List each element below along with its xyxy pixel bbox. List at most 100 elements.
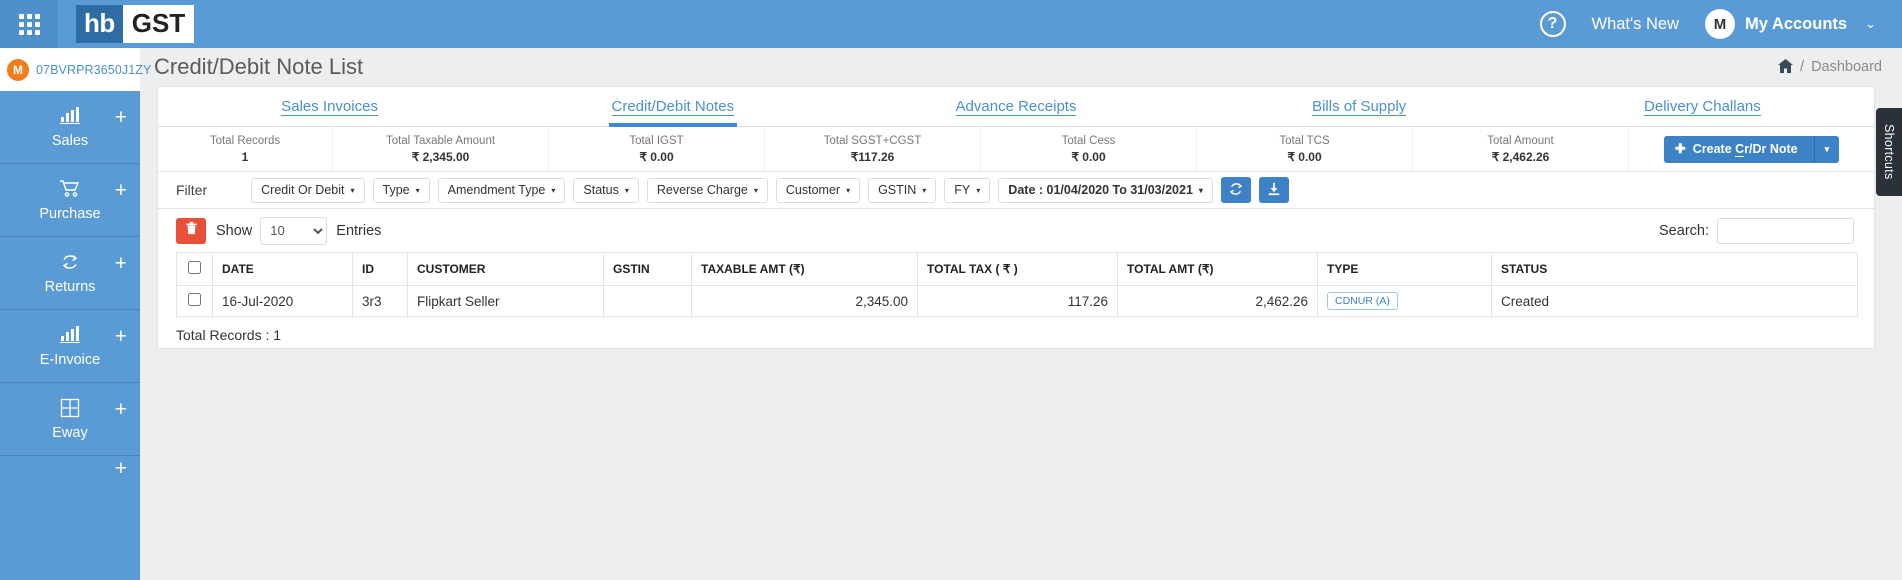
gstin-avatar: M [7,58,29,81]
refresh-button[interactable] [1220,177,1251,203]
sidebar-item-sales[interactable]: + Sales [0,91,140,164]
caret-down-icon: ▾ [922,185,927,195]
sidebar-item-next-partial[interactable]: + [0,456,140,479]
add-returns-icon[interactable]: + [115,253,127,274]
tab-bills-of-supply[interactable]: Bills of Supply [1188,87,1531,126]
refresh-icon [1229,182,1243,199]
filter-label: Filter [176,182,208,198]
logo-hb-text: hb [76,5,123,43]
filter-status[interactable]: Status ▾ [573,177,639,203]
tab-label: Credit/Debit Notes [611,97,735,116]
sidebar-gstin-selector[interactable]: M 07BVRPR3650J1ZY [0,48,151,91]
select-all-checkbox[interactable] [188,261,201,274]
shortcuts-label: Shortcuts [1882,124,1896,180]
download-button[interactable] [1258,177,1289,203]
grid-table-icon [60,398,80,420]
caret-down-icon: ▾ [350,185,355,195]
tab-credit-debit-notes[interactable]: Credit/Debit Notes [501,87,844,126]
caret-down-icon: ▾ [846,185,851,195]
summary-label: Total TCS [1279,134,1330,147]
show-label: Show [216,222,253,239]
column-total-amt[interactable]: TOTAL AMT (₹) [1117,252,1318,286]
filter-label-text: Credit Or Debit [261,183,345,197]
add-sales-icon[interactable]: + [115,107,127,128]
filter-type[interactable]: Type ▾ [372,177,430,203]
cell-date: 16-Jul-2020 [212,285,353,317]
summary-total-igst: Total IGST ₹ 0.00 [549,127,765,171]
apps-grid-button[interactable] [0,0,58,48]
shortcuts-panel-toggle[interactable]: Shortcuts [1876,108,1902,196]
caret-down-icon: ▾ [415,185,420,195]
table-header-row: DATE ID CUSTOMER GSTIN TAXABLE AMT (₹) T… [176,252,1858,286]
table-toolbar: Show 10 25 50 100 Entries Search: [158,209,1874,252]
filter-gstin[interactable]: GSTIN ▾ [868,177,937,203]
tab-label: Delivery Challans [1644,97,1761,116]
tab-advance-receipts[interactable]: Advance Receipts [844,87,1187,126]
gstin-label: 07BVRPR3650J1ZY [36,62,152,77]
help-question-icon[interactable]: ? [1539,11,1566,37]
column-total-tax[interactable]: TOTAL TAX ( ₹ ) [917,252,1118,286]
filter-credit-or-debit[interactable]: Credit Or Debit ▾ [251,177,365,203]
caret-down-icon: ▾ [753,185,758,195]
filter-label-text: FY [954,183,971,197]
column-taxable-amt[interactable]: TAXABLE AMT (₹) [691,252,918,286]
summary-total-records: Total Records 1 [158,127,333,171]
add-next-icon[interactable]: + [115,458,127,479]
create-button-cell: ✚ Create Cr/Dr Note ▾ [1629,127,1874,171]
summary-label: Total Records [209,134,281,147]
column-date[interactable]: DATE [212,252,353,286]
filter-reverse-charge[interactable]: Reverse Charge ▾ [646,177,768,203]
add-eway-icon[interactable]: + [115,399,127,420]
create-button-label: Create Cr/Dr Note [1692,142,1798,157]
search-input[interactable] [1717,217,1854,244]
column-gstin[interactable]: GSTIN [603,252,692,286]
tab-delivery-challans[interactable]: Delivery Challans [1531,87,1874,126]
summary-value: ₹ 0.00 [639,149,674,164]
account-avatar: M [1705,9,1736,39]
filter-amendment-type[interactable]: Amendment Type ▾ [437,177,566,203]
row-checkbox[interactable] [188,293,201,306]
filter-customer[interactable]: Customer ▾ [775,177,861,203]
column-id[interactable]: ID [352,252,408,286]
filter-fy[interactable]: FY ▾ [944,177,991,203]
row-select-cell [176,285,213,317]
column-type[interactable]: TYPE [1317,252,1492,286]
entries-per-page-select[interactable]: 10 25 50 100 [260,216,328,245]
add-e-invoice-icon[interactable]: + [115,326,127,347]
summary-value: ₹ 2,345.00 [411,149,470,164]
breadcrumb-dashboard-link[interactable]: Dashboard [1811,59,1882,75]
search-label: Search: [1659,222,1709,239]
caret-down-icon: ▾ [551,185,556,195]
home-icon[interactable] [1778,58,1794,76]
create-button-dropdown-toggle[interactable]: ▾ [1813,135,1840,163]
sidebar-item-returns[interactable]: + Returns [0,237,140,310]
caret-down-icon: ▾ [976,185,981,195]
filter-date-range[interactable]: Date : 01/04/2020 To 31/03/2021 ▾ [998,177,1213,203]
add-purchase-icon[interactable]: + [115,180,127,201]
column-customer[interactable]: CUSTOMER [407,252,604,286]
sidebar-item-eway[interactable]: + Eway [0,383,140,456]
sidebar-item-purchase[interactable]: + Purchase [0,164,140,237]
create-button-main[interactable]: ✚ Create Cr/Dr Note [1664,136,1814,163]
create-cr-dr-note-button[interactable]: ✚ Create Cr/Dr Note ▾ [1663,135,1840,163]
app-logo[interactable]: hb GST [76,5,195,43]
page-title: Credit/Debit Note List [154,54,364,79]
summary-label: Total Cess [1061,134,1116,147]
summary-total-amount: Total Amount ₹ 2,462.26 [1413,127,1629,171]
top-bar-right-group: ? What's New M My Accounts ⌄ [1539,0,1902,48]
summary-label: Total Taxable Amount [385,134,496,147]
summary-label: Total SGST+CGST [823,134,922,147]
summary-statistics-row: Total Records 1 Total Taxable Amount ₹ 2… [158,127,1874,172]
my-accounts-menu[interactable]: M My Accounts ⌄ [1705,9,1876,39]
total-records-footer: Total Records : 1 [176,327,282,343]
sidebar-item-e-invoice[interactable]: + E-Invoice [0,310,140,383]
tab-sales-invoices[interactable]: Sales Invoices [158,87,501,126]
filter-bar: Filter Credit Or Debit ▾ Type ▾ Amendment … [158,172,1874,209]
delete-selected-button[interactable] [176,217,206,244]
grid-apps-icon [18,13,40,35]
summary-value: ₹117.26 [850,149,895,164]
table-row[interactable]: 16-Jul-2020 3r3 Flipkart Seller 2,345.00… [176,285,1858,317]
cell-customer: Flipkart Seller [407,285,604,317]
whats-new-link[interactable]: What's New [1592,15,1680,34]
column-status[interactable]: STATUS [1491,252,1858,286]
